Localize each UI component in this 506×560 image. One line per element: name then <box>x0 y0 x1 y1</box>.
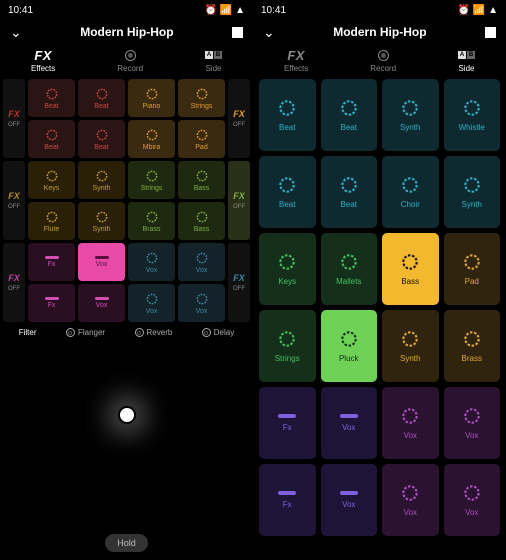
pad-synth[interactable]: Synth <box>382 310 439 382</box>
pad-beat[interactable]: Beat <box>259 156 316 228</box>
status-time: 10:41 <box>8 5 33 16</box>
fx-icon: FX <box>287 48 305 62</box>
pad-pad[interactable]: Pad <box>444 233 501 305</box>
fx-column-left[interactable]: FXOFF <box>3 243 25 322</box>
screen-right: 10:41 ⏰ 📶 ▲ ⌄ Modern Hip-Hop FX Effects … <box>253 0 506 560</box>
status-bar: 10:41 ⏰ 📶 ▲ <box>0 0 253 20</box>
fx-tab-filter[interactable]: Filter <box>19 328 37 337</box>
pad-vox[interactable]: Vox <box>444 464 501 536</box>
fx-tab-delay[interactable]: Delay <box>202 328 234 337</box>
pad-beat[interactable]: Beat <box>321 79 378 151</box>
pad-bass[interactable]: Bass <box>178 202 225 240</box>
fx-dot-icon <box>135 328 144 337</box>
tab-side[interactable]: AB Side <box>458 48 475 73</box>
pad-flute[interactable]: Flute <box>28 202 75 240</box>
pad-vox[interactable]: Vox <box>128 243 175 281</box>
status-icons: ⏰ 📶 ▲ <box>458 5 498 16</box>
fx-dot-icon <box>202 328 211 337</box>
pad-fx[interactable]: Fx <box>28 284 75 322</box>
tab-record[interactable]: Record <box>370 48 396 73</box>
fx-column-right[interactable]: FXOFF <box>228 79 250 158</box>
pad-beat[interactable]: Beat <box>259 79 316 151</box>
pad-vox[interactable]: Vox <box>178 243 225 281</box>
mode-tabs: FX Effects Record AB Side <box>253 44 506 79</box>
fx-icon: FX <box>34 48 52 62</box>
pad-keys[interactable]: Keys <box>259 233 316 305</box>
screen-left: 10:41 ⏰ 📶 ▲ ⌄ Modern Hip-Hop FX Effects … <box>0 0 253 560</box>
pad-pad[interactable]: Pad <box>178 120 225 158</box>
pad-fx[interactable]: Fx <box>259 387 316 459</box>
fx-column-left[interactable]: FXOFF <box>3 161 25 240</box>
page-title: Modern Hip-Hop <box>275 25 485 39</box>
pad-grid: FXOFFBeatBeatPianoStringsFXOFFBeatBeatMb… <box>0 79 253 322</box>
pad-fx[interactable]: Fx <box>259 464 316 536</box>
pad-beat[interactable]: Beat <box>28 120 75 158</box>
page-title: Modern Hip-Hop <box>22 25 232 39</box>
ab-icon: AB <box>205 51 222 59</box>
pad-strings[interactable]: Strings <box>178 79 225 117</box>
pad-vox[interactable]: Vox <box>128 284 175 322</box>
xy-cursor[interactable] <box>118 406 136 424</box>
ab-icon: AB <box>458 51 475 59</box>
pad-vox[interactable]: Vox <box>444 387 501 459</box>
pad-whistle[interactable]: Whistle <box>444 79 501 151</box>
pad-mbira[interactable]: Mbira <box>128 120 175 158</box>
pad-choir[interactable]: Choir <box>382 156 439 228</box>
tab-effects[interactable]: FX Effects <box>31 48 55 73</box>
fx-column-right[interactable]: FXOFF <box>228 243 250 322</box>
pad-vox[interactable]: Vox <box>382 464 439 536</box>
pad-synth[interactable]: Synth <box>382 79 439 151</box>
pad-beat[interactable]: Beat <box>78 120 125 158</box>
fx-column-right[interactable]: FXOFF <box>228 161 250 240</box>
status-time: 10:41 <box>261 5 286 16</box>
pad-beat[interactable]: Beat <box>28 79 75 117</box>
pad-vox[interactable]: Vox <box>382 387 439 459</box>
pad-keys[interactable]: Keys <box>28 161 75 199</box>
pad-mallets[interactable]: Mallets <box>321 233 378 305</box>
pad-beat[interactable]: Beat <box>321 156 378 228</box>
pad-bass[interactable]: Bass <box>382 233 439 305</box>
status-icons: ⏰ 📶 ▲ <box>205 5 245 16</box>
pad-synth[interactable]: Synth <box>444 156 501 228</box>
pad-synth[interactable]: Synth <box>78 161 125 199</box>
status-bar: 10:41 ⏰ 📶 ▲ <box>253 0 506 20</box>
record-icon <box>125 50 136 61</box>
pad-vox[interactable]: Vox <box>178 284 225 322</box>
fx-column-left[interactable]: FXOFF <box>3 79 25 158</box>
stop-button[interactable] <box>232 27 243 38</box>
chevron-down-icon[interactable]: ⌄ <box>10 24 22 41</box>
pad-vox[interactable]: Vox <box>321 387 378 459</box>
pad-strings[interactable]: Strings <box>259 310 316 382</box>
pad-beat[interactable]: Beat <box>78 79 125 117</box>
pad-vox[interactable]: Vox <box>321 464 378 536</box>
fx-tab-flanger[interactable]: Flanger <box>66 328 105 337</box>
header: ⌄ Modern Hip-Hop <box>0 20 253 44</box>
chevron-down-icon[interactable]: ⌄ <box>263 24 275 41</box>
header: ⌄ Modern Hip-Hop <box>253 20 506 44</box>
pad-bass[interactable]: Bass <box>178 161 225 199</box>
tab-effects[interactable]: FX Effects <box>284 48 308 73</box>
pad-synth[interactable]: Synth <box>78 202 125 240</box>
fx-tab-row: Filter Flanger Reverb Delay <box>0 322 253 341</box>
mode-tabs: FX Effects Record AB Side <box>0 44 253 79</box>
fx-tab-reverb[interactable]: Reverb <box>135 328 173 337</box>
pad-grid: BeatBeatSynthWhistleBeatBeatChoirSynthKe… <box>253 79 506 536</box>
fx-dot-icon <box>66 328 75 337</box>
pad-vox[interactable]: Vox <box>78 284 125 322</box>
pad-vox[interactable]: Vox <box>78 243 125 281</box>
xy-pad[interactable] <box>0 341 253 526</box>
tab-side[interactable]: AB Side <box>205 48 222 73</box>
pad-piano[interactable]: Piano <box>128 79 175 117</box>
pad-brass[interactable]: Brass <box>444 310 501 382</box>
stop-button[interactable] <box>485 27 496 38</box>
pad-fx[interactable]: Fx <box>28 243 75 281</box>
tab-record[interactable]: Record <box>117 48 143 73</box>
pad-brass[interactable]: Brass <box>128 202 175 240</box>
pad-strings[interactable]: Strings <box>128 161 175 199</box>
pad-pluck[interactable]: Pluck <box>321 310 378 382</box>
record-icon <box>378 50 389 61</box>
hold-button[interactable]: Hold <box>105 534 148 552</box>
